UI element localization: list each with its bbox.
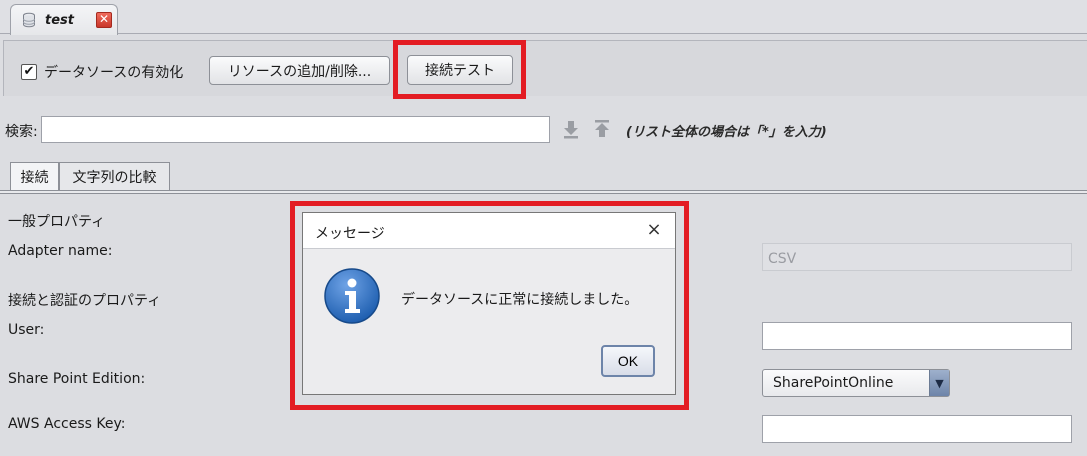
highlight-box-dialog — [290, 201, 689, 410]
editor-tab-title: test — [45, 12, 74, 28]
enable-datasource-checkbox[interactable]: ✔ データソースの有効化 — [21, 62, 183, 82]
adapter-name-field: CSV — [762, 243, 1072, 271]
enable-datasource-label: データソースの有効化 — [44, 65, 184, 81]
checkbox-checked-icon[interactable]: ✔ — [21, 64, 37, 80]
sharepoint-edition-select[interactable]: SharePointOnline ▼ — [762, 369, 950, 397]
search-hint: (リスト全体の場合は「*」を入力) — [626, 125, 827, 140]
upload-icon[interactable] — [592, 119, 612, 139]
user-field[interactable] — [762, 322, 1072, 350]
highlight-box-test-button — [393, 40, 526, 99]
database-icon — [23, 12, 35, 28]
general-properties-header: 一般プロパティ — [8, 214, 106, 230]
download-icon[interactable] — [561, 119, 581, 139]
aws-access-key-label: AWS Access Key: — [8, 416, 126, 432]
chevron-down-icon[interactable]: ▼ — [929, 370, 949, 396]
aws-access-key-field[interactable] — [762, 415, 1072, 443]
sharepoint-edition-label: Share Point Edition: — [8, 371, 146, 387]
tab-connection[interactable]: 接続 — [10, 162, 59, 191]
tab-content-divider — [0, 190, 1087, 194]
add-remove-resource-button[interactable]: リソースの追加/削除... — [209, 56, 390, 85]
sharepoint-edition-value: SharePointOnline — [773, 375, 894, 391]
tab-string-comparison[interactable]: 文字列の比較 — [59, 162, 170, 191]
close-tab-icon[interactable]: ✕ — [95, 12, 112, 28]
adapter-name-label: Adapter name: — [8, 243, 113, 259]
auth-properties-header: 接続と認証のプロパティ — [8, 293, 162, 309]
search-label: 検索: — [5, 124, 38, 140]
editor-tab-strip — [0, 0, 1087, 34]
search-input[interactable] — [41, 116, 550, 143]
editor-tab-test[interactable]: test ✕ — [10, 4, 118, 35]
user-label: User: — [8, 322, 45, 338]
